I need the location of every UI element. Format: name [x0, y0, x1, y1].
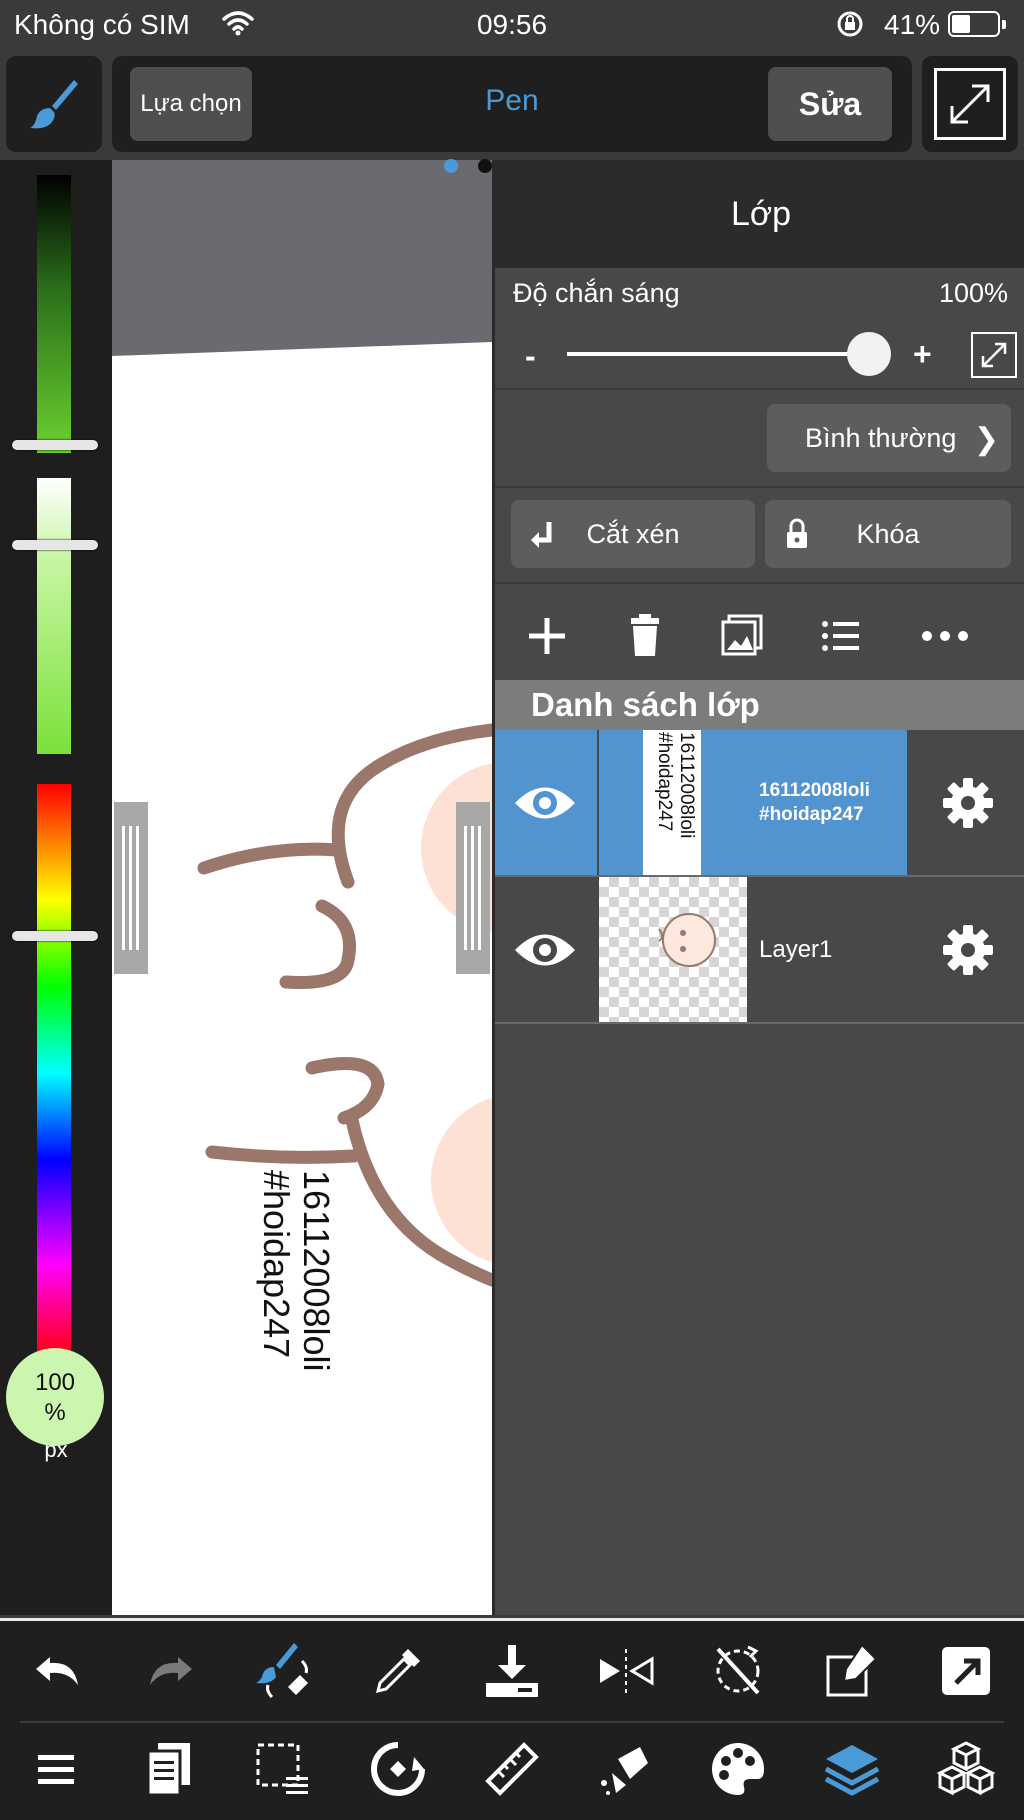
brush-swap-icon[interactable]	[252, 1641, 312, 1701]
brush-opacity-value: 100	[34, 1369, 76, 1396]
battery-icon	[948, 11, 1006, 37]
blend-mode-label: Bình thường	[805, 423, 957, 453]
opacity-increase-button[interactable]: +	[913, 336, 932, 373]
delete-layer-icon[interactable]	[617, 608, 673, 664]
edit-canvas-icon[interactable]	[822, 1641, 882, 1701]
watermark-line1: 16112008loli	[296, 1170, 337, 1372]
layer-thumbnail: 16112008loli #hoidap247	[599, 730, 747, 875]
top-toolbar: Lựa chọn Pen Sửa	[112, 56, 912, 152]
hue-slider[interactable]	[37, 784, 71, 1362]
fullscreen-button[interactable]	[922, 56, 1018, 152]
page-dot	[478, 159, 492, 173]
brush-opacity-unit: %	[44, 1399, 66, 1426]
page-dot-active	[444, 159, 458, 173]
layer-settings-button[interactable]	[907, 730, 1024, 875]
edit-button[interactable]: Sửa	[768, 67, 892, 141]
left-panel-handle[interactable]	[114, 802, 148, 974]
layer-panel-title: Lớp	[495, 160, 1024, 268]
flip-icon[interactable]	[596, 1641, 656, 1701]
brush-opacity-button[interactable]: 100 %	[6, 1348, 104, 1446]
brightness-slider[interactable]	[37, 175, 71, 453]
selection-icon[interactable]	[252, 1739, 312, 1799]
eye-icon	[515, 934, 575, 966]
rotate-reset-icon[interactable]	[708, 1641, 768, 1701]
bottom-toolbar	[0, 1618, 1024, 1820]
clock: 09:56	[476, 9, 548, 40]
materials-icon[interactable]	[936, 1739, 996, 1799]
layer-name-line2: #hoidap247	[759, 803, 864, 825]
opacity-decrease-button[interactable]: -	[525, 338, 536, 375]
opacity-expand-button[interactable]	[971, 332, 1017, 378]
brush-tool-button[interactable]	[6, 56, 102, 152]
layer-panel: Lớp Độ chắn sáng 100% - + Bình thường ❯ …	[492, 160, 1024, 1615]
brush-icon	[30, 80, 78, 129]
layer-thumbnail	[599, 877, 747, 1022]
saturation-slider[interactable]	[37, 478, 71, 754]
layer-name-line1: 16112008loli	[759, 779, 870, 801]
add-layer-icon[interactable]	[519, 608, 575, 664]
thumbnail-line2: #hoidap247	[654, 732, 675, 832]
layer-visibility-toggle[interactable]	[495, 730, 597, 875]
ruler-icon[interactable]	[482, 1739, 542, 1799]
pages-icon[interactable]	[140, 1739, 200, 1799]
layer-row-selected[interactable]: 16112008loli #hoidap247 16112008loli #ho…	[495, 730, 1024, 875]
save-download-icon[interactable]	[482, 1641, 542, 1701]
clipping-button[interactable]: Cắt xén	[511, 500, 755, 568]
transform-icon[interactable]	[368, 1739, 428, 1799]
clipping-label: Cắt xén	[586, 519, 680, 549]
gear-icon	[943, 778, 993, 828]
more-icon[interactable]	[917, 608, 973, 664]
layer-tool-row	[495, 590, 1024, 682]
watermark-line2: #hoidap247	[256, 1170, 297, 1359]
chevron-right-icon: ❯	[973, 423, 999, 456]
right-panel-handle[interactable]	[456, 802, 490, 974]
hue-handle[interactable]	[12, 931, 98, 941]
layer-visibility-toggle[interactable]	[495, 877, 597, 1022]
layer-row[interactable]: Layer1	[495, 877, 1024, 1022]
layer-list-icon[interactable]	[813, 608, 869, 664]
share-icon[interactable]	[936, 1641, 996, 1701]
expand-icon	[981, 342, 1007, 368]
layer-opacity-slider[interactable]	[567, 352, 867, 356]
layer-name: Layer1	[759, 935, 833, 963]
thumbnail-text: 16112008loli #hoidap247	[653, 732, 697, 882]
lock-button[interactable]: Khóa	[765, 500, 1011, 568]
menu-icon[interactable]	[28, 1739, 88, 1799]
undo-icon[interactable]	[28, 1641, 88, 1701]
layer-list-header: Danh sách lớp	[495, 680, 1024, 730]
battery-percent: 41%	[884, 9, 941, 40]
layer-settings-button[interactable]	[907, 877, 1024, 1022]
rotation-lock-icon	[836, 10, 864, 43]
saturation-handle[interactable]	[12, 540, 98, 550]
fullscreen-icon	[950, 84, 990, 124]
layers-icon[interactable]	[822, 1739, 882, 1799]
brightness-handle[interactable]	[12, 440, 98, 450]
blend-mode-button[interactable]: Bình thường ❯	[767, 404, 1011, 472]
gear-icon	[943, 925, 993, 975]
redo-icon[interactable]	[140, 1641, 200, 1701]
layer-opacity-label: Độ chắn sáng	[513, 278, 680, 308]
canvas-watermark-text: 16112008loli #hoidap247	[256, 1170, 337, 1490]
layer-opacity-value: 100%	[938, 278, 1008, 308]
layer-name: 16112008loli #hoidap247	[747, 730, 907, 875]
eye-icon	[515, 787, 575, 819]
thumbnail-line1: 16112008loli	[676, 732, 697, 839]
lock-label: Khóa	[856, 519, 920, 549]
layer-opacity-knob[interactable]	[847, 332, 891, 376]
palette-icon[interactable]	[708, 1739, 768, 1799]
fill-icon[interactable]	[596, 1739, 656, 1799]
status-bar: Không có SIM 09:56 41%	[0, 0, 1024, 50]
image-layer-icon[interactable]	[715, 608, 771, 664]
eyedropper-icon[interactable]	[368, 1641, 428, 1701]
